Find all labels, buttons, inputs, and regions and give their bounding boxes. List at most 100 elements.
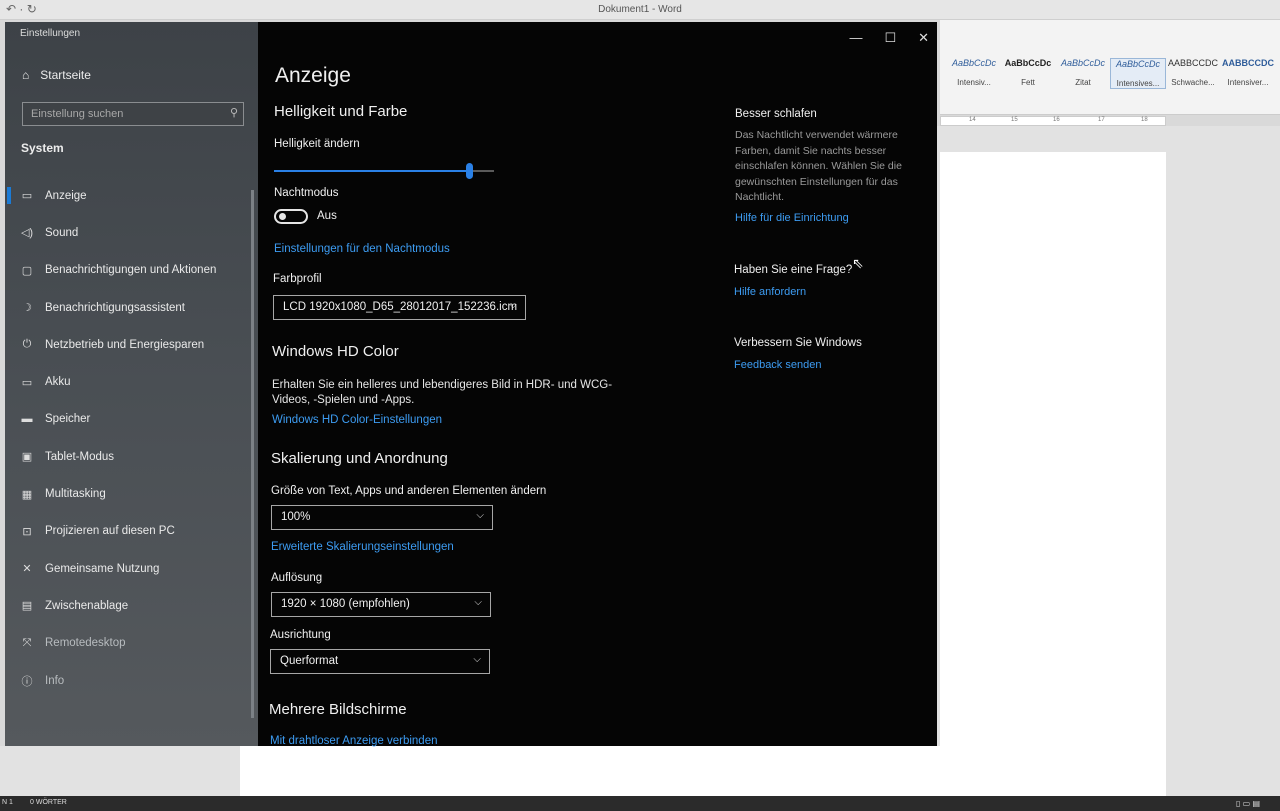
search-icon[interactable]: ⚲: [230, 106, 238, 119]
settings-sidebar: Einstellungen ⌂ Startseite ⚲ System ▭Anz…: [5, 22, 258, 746]
scaling-dropdown[interactable]: 100% ⌵: [271, 505, 493, 530]
scaling-value: 100%: [281, 511, 311, 523]
brightness-slider[interactable]: [274, 163, 494, 179]
nav-item-zwischenablage[interactable]: ▤ Zwischenablage: [5, 587, 250, 624]
scaling-label: Größe von Text, Apps und anderen Element…: [271, 485, 547, 497]
night-mode-toggle[interactable]: [274, 209, 308, 224]
storage-icon: ▬: [21, 413, 33, 426]
home-icon: ⌂: [22, 68, 30, 82]
nav-item-info[interactable]: ⓘ Info: [5, 662, 250, 699]
color-profile-label: Farbprofil: [273, 273, 322, 285]
nav-item-sound[interactable]: ◁) Sound: [5, 214, 250, 251]
mouse-cursor-icon: ⇖: [852, 255, 864, 271]
search-input[interactable]: [23, 103, 213, 125]
word-canvas-left: [0, 746, 240, 796]
nav-item-gemeinsame-nutzung[interactable]: ✕ Gemeinsame Nutzung: [5, 550, 250, 587]
home-link[interactable]: ⌂ Startseite: [22, 68, 91, 82]
wireless-display-link[interactable]: Mit drahtloser Anzeige verbinden: [270, 735, 438, 747]
chevron-down-icon: ⌵: [509, 300, 517, 311]
power-icon: ⏻: [22, 338, 32, 351]
sleep-description: Das Nachtlicht verwendet wärmere Farben,…: [735, 129, 902, 203]
advanced-scaling-link[interactable]: Erweiterte Skalierungseinstellungen: [271, 541, 454, 553]
nav-item-benachrichtigungsassistent[interactable]: ☽ Benachrichtigungsassistent: [5, 289, 250, 326]
nav-item-benachrichtigungen[interactable]: ▢ Benachrichtigungen und Aktionen: [5, 252, 250, 289]
word-document-title: Dokument1 - Word: [598, 4, 682, 15]
sleep-heading: Besser schlafen: [735, 108, 817, 120]
resolution-label: Auflösung: [271, 572, 323, 584]
chevron-down-icon: ⌵: [476, 510, 484, 521]
notification-icon: ▢: [21, 264, 33, 277]
share-icon: ✕: [22, 563, 32, 576]
brightness-label: Helligkeit ändern: [274, 138, 360, 150]
nav-item-multitasking[interactable]: ▦ Multitasking: [5, 475, 250, 512]
tablet-icon: ▣: [21, 451, 33, 464]
style-item[interactable]: AABBCCDC Intensiver...: [1220, 58, 1276, 87]
nav-item-tablet-modus[interactable]: ▣ Tablet-Modus: [5, 438, 250, 475]
page-indicator[interactable]: N 1: [2, 799, 13, 806]
style-item[interactable]: AaBbCcDc Intensives...: [1110, 58, 1166, 89]
color-profile-value: LCD 1920x1080_D65_28012017_152236.icm: [283, 301, 518, 313]
night-mode-settings-link[interactable]: Einstellungen für den Nachtmodus: [274, 243, 450, 255]
window-controls: — ☐ ✕: [849, 30, 929, 46]
word-page-bottom[interactable]: [240, 746, 940, 796]
multiple-displays-heading: Mehrere Bildschirme: [269, 701, 407, 718]
speaker-icon: ◁): [20, 227, 34, 240]
hd-color-settings-link[interactable]: Windows HD Color-Einstellungen: [272, 414, 442, 426]
style-item[interactable]: AABBCCDC Schwache...: [1165, 58, 1221, 87]
maximize-icon[interactable]: ☐: [884, 30, 896, 46]
resolution-dropdown[interactable]: 1920 × 1080 (empfohlen) ⌵: [271, 592, 491, 617]
resolution-value: 1920 × 1080 (empfohlen): [281, 598, 410, 610]
slider-fill: [274, 170, 470, 172]
word-titlebar: ↶ · ↻ Dokument1 - Word: [0, 0, 1280, 20]
word-statusbar: N 1 0 WÖRTER ▯ ▭ ▤: [0, 796, 1280, 811]
project-icon: ⊡: [22, 525, 32, 538]
settings-content: Anzeige Helligkeit und Farbe Helligkeit …: [258, 22, 728, 747]
nav-item-anzeige[interactable]: ▭ Anzeige: [5, 177, 250, 214]
multitasking-icon: ▦: [21, 488, 33, 501]
close-icon[interactable]: ✕: [918, 30, 929, 46]
feedback-link[interactable]: Feedback senden: [734, 359, 821, 371]
nav-item-projizieren[interactable]: ⊡ Projizieren auf diesen PC: [5, 513, 250, 550]
style-item[interactable]: AaBbCcDc Zitat: [1055, 58, 1111, 87]
night-mode-state: Aus: [317, 210, 337, 222]
nav-item-netzbetrieb[interactable]: ⏻ Netzbetrieb und Energiesparen: [5, 326, 250, 363]
style-item[interactable]: AaBbCcDc Intensiv...: [946, 58, 1002, 87]
night-mode-label: Nachtmodus: [274, 187, 339, 199]
moon-icon: ☽: [22, 302, 32, 315]
word-count[interactable]: 0 WÖRTER: [30, 799, 67, 806]
improve-heading: Verbessern Sie Windows: [734, 337, 862, 349]
word-ruler: 14 15 16 17 18: [940, 116, 1166, 126]
nav-item-remotedesktop[interactable]: ⤧ Remotedesktop: [5, 625, 250, 662]
question-heading: Haben Sie eine Frage?: [734, 264, 853, 276]
info-icon: ⓘ: [21, 675, 33, 688]
nav-item-speicher[interactable]: ▬ Speicher: [5, 401, 250, 438]
setup-help-link[interactable]: Hilfe für die Einrichtung: [735, 212, 849, 224]
monitor-icon: ▭: [21, 190, 33, 203]
toggle-knob: [279, 213, 286, 220]
orientation-label: Ausrichtung: [270, 629, 331, 641]
orientation-dropdown[interactable]: Querformat ⌵: [270, 649, 490, 674]
brightness-heading: Helligkeit und Farbe: [274, 103, 408, 120]
get-help-link[interactable]: Hilfe anfordern: [734, 286, 806, 298]
chevron-down-icon: ⌵: [474, 597, 482, 608]
slider-thumb[interactable]: [466, 163, 473, 179]
settings-nav: ▭ Anzeige ◁) Sound ▢ Benachrichtigungen und…: [5, 177, 250, 699]
settings-search[interactable]: ⚲: [22, 102, 244, 126]
view-mode-icons[interactable]: ▯ ▭ ▤: [1236, 799, 1260, 808]
battery-icon: ▭: [21, 376, 33, 389]
style-item[interactable]: AaBbCcDc Fett: [1000, 58, 1056, 87]
color-profile-dropdown[interactable]: LCD 1920x1080_D65_28012017_152236.icm ⌵: [273, 295, 526, 320]
orientation-value: Querformat: [280, 655, 339, 667]
minimize-icon[interactable]: —: [849, 30, 862, 46]
page-title: Anzeige: [275, 64, 351, 87]
word-styles-gallery: AaBbCcDc Intensiv... AaBbCcDc Fett AaBbCcD…: [940, 20, 1280, 115]
sidebar-scrollbar[interactable]: [251, 190, 254, 718]
chevron-down-icon: ⌵: [473, 654, 481, 665]
category-heading: System: [21, 141, 64, 155]
home-label: Startseite: [40, 68, 91, 82]
nav-item-akku[interactable]: ▭ Akku: [5, 363, 250, 400]
scaling-heading: Skalierung und Anordnung: [271, 450, 448, 467]
hd-color-description: Erhalten Sie ein helleres und lebendiger…: [272, 379, 613, 406]
word-page[interactable]: [940, 152, 1166, 802]
clipboard-icon: ▤: [21, 600, 33, 613]
